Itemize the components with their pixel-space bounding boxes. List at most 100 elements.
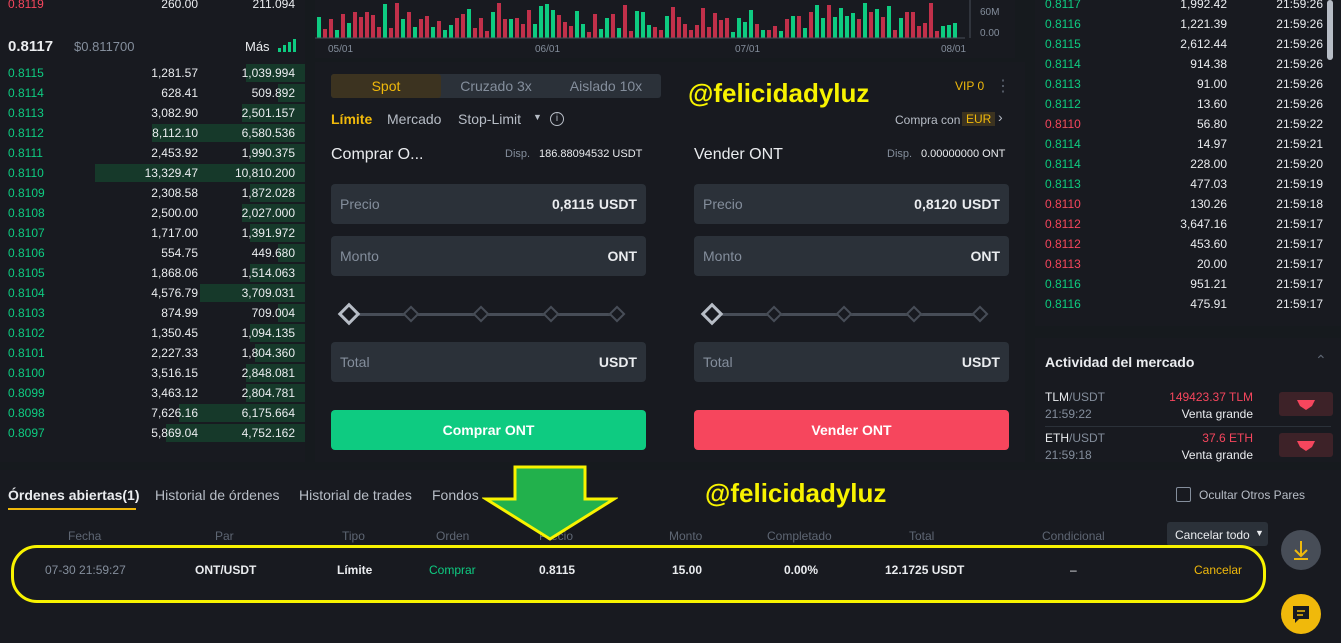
buy-price-field[interactable]: Precio 0,8115 USDT <box>331 184 646 224</box>
order-price: 0.8111 <box>8 146 43 160</box>
tab-trade-history[interactable]: Historial de trades <box>299 487 412 503</box>
candlestick-chart[interactable]: 05/01 06/01 07/01 08/01 60M 0.00 <box>315 0 1015 58</box>
order-type-stop-limit[interactable]: Stop-Limit <box>458 111 521 127</box>
scrollbar[interactable] <box>1327 0 1333 60</box>
collapse-icon[interactable]: ⌃ <box>1315 352 1327 369</box>
chevron-right-icon[interactable]: › <box>998 109 1003 125</box>
volume-bar <box>485 31 489 38</box>
buy-percent-slider[interactable] <box>337 302 626 326</box>
y-axis-tick: 0.00 <box>980 28 1000 39</box>
order-book-row[interactable]: 0.8115 1,281.57 1,039.994 <box>0 63 305 83</box>
slider-step[interactable] <box>835 305 853 323</box>
order-book-row[interactable]: 0.8106 554.75 449.680 <box>0 243 305 263</box>
trade-row: 0.8110 130.26 21:59:18 <box>1035 194 1335 214</box>
active-tab-indicator <box>8 508 136 510</box>
volume-bar <box>779 31 783 38</box>
tab-spot[interactable]: Spot <box>331 74 441 98</box>
slider-step[interactable] <box>905 305 923 323</box>
volume-bar <box>605 18 609 38</box>
order-book-row[interactable]: 0.8109 2,308.58 1,872.028 <box>0 183 305 203</box>
tab-cross[interactable]: Cruzado 3x <box>441 74 551 98</box>
order-amount: 628.41 <box>161 86 198 100</box>
tab-funds[interactable]: Fondos <box>432 487 479 503</box>
currency-badge[interactable]: EUR <box>962 112 996 126</box>
slider-handle[interactable] <box>700 302 724 326</box>
trade-price: 0.8117 <box>1045 0 1081 11</box>
sell-percent-slider[interactable] <box>700 302 989 326</box>
price-value: 0,8115 <box>551 196 594 212</box>
order-price: 0.8108 <box>8 206 45 220</box>
volume-bar <box>491 12 495 38</box>
order-book-row[interactable]: 0.8108 2,500.00 2,027.000 <box>0 203 305 223</box>
order-book-row[interactable]: 0.8102 1,350.45 1,094.135 <box>0 323 305 343</box>
order-book-row-partial[interactable]: 0.8119 260.00 211.094 <box>0 0 305 14</box>
sell-total-field[interactable]: Total USDT <box>694 342 1009 382</box>
order-book-row[interactable]: 0.8105 1,868.06 1,514.063 <box>0 263 305 283</box>
order-book-row[interactable]: 0.8101 2,227.33 1,804.360 <box>0 343 305 363</box>
volume-bar <box>917 26 921 38</box>
order-book-row[interactable]: 0.8114 628.41 509.892 <box>0 83 305 103</box>
order-total: 10,810.200 <box>234 166 295 180</box>
order-type-limit[interactable]: Límite <box>331 111 372 127</box>
hide-others-checkbox[interactable] <box>1176 487 1191 502</box>
tab-order-history[interactable]: Historial de órdenes <box>155 487 280 503</box>
volume-bar <box>839 8 843 38</box>
order-book-row[interactable]: 0.8110 13,329.47 10,810.200 <box>0 163 305 183</box>
volume-bar <box>551 10 555 38</box>
sell-amount-field[interactable]: Monto ONT <box>694 236 1009 276</box>
recent-trades: 0.8117 1,992.42 21:59:26 0.8116 1,221.39 21:5… <box>1035 0 1341 326</box>
volume-bar <box>875 9 879 38</box>
volume-bar <box>329 19 333 38</box>
activity-time: 21:59:22 <box>1045 407 1092 421</box>
buy-button[interactable]: Comprar ONT <box>331 410 646 450</box>
trade-price: 0.8116 <box>1045 17 1081 31</box>
order-book-row[interactable]: 0.8113 3,082.90 2,501.157 <box>0 103 305 123</box>
chat-button[interactable] <box>1281 594 1321 634</box>
tab-open-orders[interactable]: Órdenes abiertas(1) <box>8 487 140 503</box>
order-type-market[interactable]: Mercado <box>387 111 441 127</box>
slider-step[interactable] <box>472 305 490 323</box>
activity-item[interactable]: TLM/USDT 21:59:22 149423.37 TLM Venta gr… <box>1035 386 1341 426</box>
sell-available-value: 0.00000000 ONT <box>921 148 1006 160</box>
trade-amount: 914.38 <box>1190 57 1227 71</box>
order-book-row[interactable]: 0.8107 1,717.00 1,391.972 <box>0 223 305 243</box>
order-amount: 1,717.00 <box>151 226 198 240</box>
vip-badge[interactable]: VIP 0 <box>955 79 984 93</box>
sell-button[interactable]: Vender ONT <box>694 410 1009 450</box>
order-amount: 554.75 <box>161 246 198 260</box>
order-book-row[interactable]: 0.8112 8,112.10 6,580.536 <box>0 123 305 143</box>
volume-bar <box>905 12 909 38</box>
slider-step[interactable] <box>402 305 420 323</box>
volume-bar <box>653 27 657 38</box>
activity-pair-quote: /USDT <box>1069 431 1105 445</box>
order-book-row[interactable]: 0.8098 7,626.16 6,175.664 <box>0 403 305 423</box>
slider-step[interactable] <box>765 305 783 323</box>
order-book-row[interactable]: 0.8103 874.99 709.004 <box>0 303 305 323</box>
trade-price: 0.8114 <box>1045 57 1081 71</box>
order-book-row[interactable]: 0.8099 3,463.12 2,804.781 <box>0 383 305 403</box>
slider-step[interactable] <box>608 305 626 323</box>
order-book-row[interactable]: 0.8104 4,576.79 3,709.031 <box>0 283 305 303</box>
amount-unit: ONT <box>970 248 1000 264</box>
sell-price-field[interactable]: Precio 0,8120 USDT <box>694 184 1009 224</box>
download-button[interactable] <box>1281 530 1321 570</box>
order-book-row[interactable]: 0.8097 5,869.04 4,752.162 <box>0 423 305 443</box>
slider-step[interactable] <box>971 305 989 323</box>
slider-step[interactable] <box>542 305 560 323</box>
buy-amount-field[interactable]: Monto ONT <box>331 236 646 276</box>
buy-total-field[interactable]: Total USDT <box>331 342 646 382</box>
order-book-row[interactable]: 0.8100 3,516.15 2,848.081 <box>0 363 305 383</box>
caret-down-icon[interactable]: ▼ <box>533 112 542 122</box>
info-icon[interactable]: i <box>550 112 564 126</box>
activity-item[interactable]: ETH/USDT 21:59:18 37.6 ETH Venta grande <box>1035 427 1341 467</box>
more-options-icon[interactable]: ⋮ <box>995 76 1011 96</box>
cancel-all-dropdown[interactable]: Cancelar todo ▼ <box>1167 522 1268 546</box>
slider-handle[interactable] <box>337 302 361 326</box>
volume-bar <box>773 26 777 38</box>
order-book-row[interactable]: 0.8111 2,453.92 1,990.375 <box>0 143 305 163</box>
volume-bar <box>611 14 615 38</box>
tab-isolated[interactable]: Aislado 10x <box>551 74 661 98</box>
more-link[interactable]: Más <box>245 39 270 54</box>
volume-bar <box>893 30 897 38</box>
trade-row: 0.8112 453.60 21:59:17 <box>1035 234 1335 254</box>
